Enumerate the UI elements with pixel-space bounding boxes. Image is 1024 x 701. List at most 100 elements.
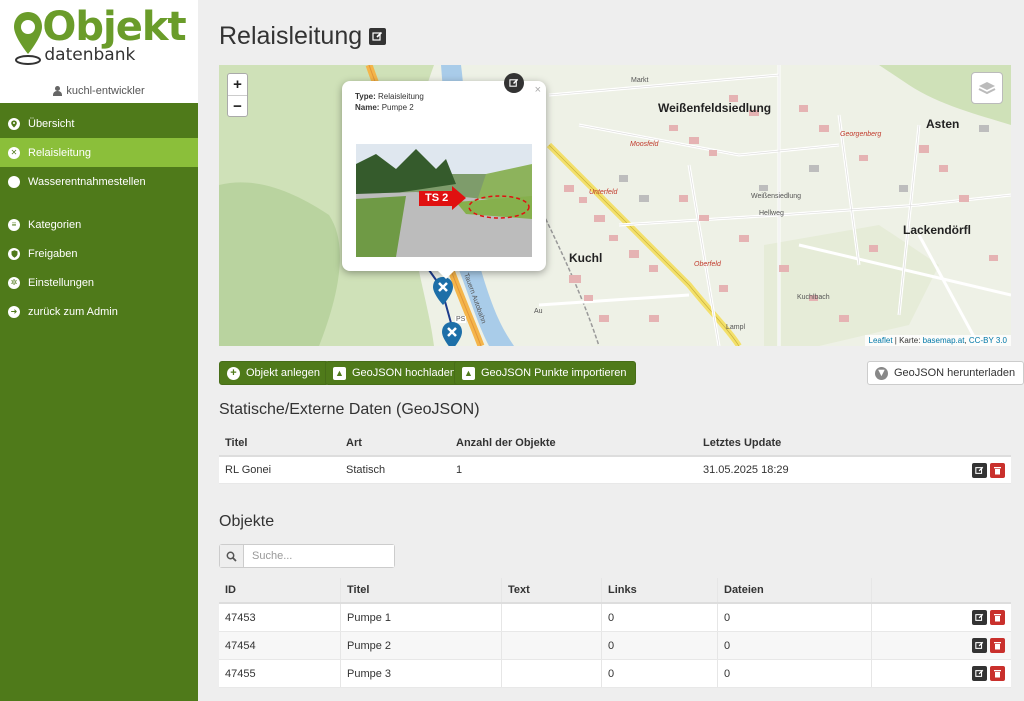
popup-photo[interactable]: TS 2 [356, 144, 532, 257]
map-label-weissenfeldsiedlung: Weißenfeldsiedlung [658, 101, 772, 115]
sidebar-item-einstellungen[interactable]: ✲ Einstellungen [0, 268, 198, 297]
sidebar-item-uebersicht[interactable]: Übersicht [0, 109, 198, 138]
photo-label: TS 2 [425, 192, 449, 204]
sidebar: Objekt datenbank kuchl-entwickler Übersi… [0, 0, 198, 701]
cell-titel: Pumpe 1 [340, 604, 501, 631]
create-object-button[interactable]: + Objekt anlegen [219, 361, 329, 385]
close-circle-icon: ✕ [8, 146, 20, 159]
cell-id: 47453 [225, 611, 256, 624]
username: kuchl-entwickler [66, 85, 145, 97]
logo[interactable]: Objekt datenbank [12, 7, 187, 68]
cell-dateien: 0 [717, 632, 871, 659]
map-label-unterfeld: Unterfeld [589, 189, 618, 196]
objects-heading: Objekte [219, 513, 275, 530]
static-data-heading: Statische/Externe Daten (GeoJSON) [219, 401, 480, 418]
upload-geojson-button[interactable]: ▲ GeoJSON hochladen [325, 361, 465, 385]
map-label-au: Au [534, 308, 543, 315]
edit-icon [975, 466, 984, 474]
sidebar-item-label: Übersicht [28, 117, 75, 130]
sign-out-icon: ➜ [8, 305, 20, 318]
sidebar-item-wasserentnahmestellen[interactable]: Wasserentnahmestellen [0, 167, 198, 196]
zoom-in-button[interactable]: + [228, 74, 247, 95]
edit-icon [975, 613, 984, 621]
page-title: Relaisleitung [219, 22, 363, 50]
search-icon [220, 545, 244, 567]
cell-anzahl: 1 [456, 464, 463, 476]
list-icon: ≡ [8, 218, 20, 231]
leaflet-link[interactable]: Leaflet [869, 336, 893, 345]
table-header: Titel Art Anzahl der Objekte Letztes Upd… [219, 431, 1011, 457]
map-popup: × Type: Relaisleitung Name: Pumpe 2 TS 2 [342, 73, 546, 279]
cell-dateien: 0 [717, 660, 871, 687]
map-label-kuchl: Kuchl [569, 251, 603, 265]
table-row: 47455 Pumpe 3 0 0 [219, 660, 1011, 688]
trash-icon [994, 670, 1001, 678]
sidebar-item-label: Einstellungen [28, 276, 95, 289]
page-title-row: Relaisleitung [219, 22, 387, 51]
sidebar-item-kategorien[interactable]: ≡ Kategorien [0, 210, 198, 239]
cell-id: 47455 [225, 667, 256, 680]
basemap-link[interactable]: basemap.at [923, 336, 965, 345]
map-attribution: Leaflet | Karte: basemap.at, CC-BY 3.0 [864, 335, 1011, 346]
upload-icon: ▲ [333, 366, 346, 380]
delete-button[interactable] [990, 666, 1005, 681]
trash-icon [994, 466, 1001, 474]
map-label-weissensiedlung: Weißensiedlung [751, 193, 802, 200]
user-info: kuchl-entwickler [0, 85, 198, 97]
edit-button[interactable] [972, 638, 987, 653]
cell-dateien: 0 [717, 604, 871, 631]
map-label-markt: Markt [631, 77, 649, 84]
trash-icon [994, 614, 1001, 622]
upload-icon: ▲ [462, 366, 475, 380]
sidebar-item-relaisleitung[interactable]: ✕ Relaisleitung [0, 138, 198, 167]
map-label-moosfeld: Moosfeld [630, 141, 659, 148]
import-geojson-points-button[interactable]: ▲ GeoJSON Punkte importieren [454, 361, 636, 385]
search-input[interactable] [244, 545, 394, 567]
sidebar-item-label: Kategorien [28, 218, 82, 231]
license-link[interactable]: CC-BY 3.0 [969, 336, 1007, 345]
sidebar-item-freigaben[interactable]: Freigaben [0, 239, 198, 268]
map[interactable]: Weißenfeldsiedlung Asten Kuchl Lackendör… [219, 65, 1011, 346]
cell-titel: Pumpe 3 [340, 660, 501, 687]
row-actions [972, 457, 1011, 483]
shield-icon [8, 247, 20, 260]
edit-button[interactable] [972, 610, 987, 625]
sidebar-item-zurueck-admin[interactable]: ➜ zurück zum Admin [0, 297, 198, 326]
row-actions [972, 666, 1011, 681]
row-actions [972, 638, 1011, 653]
user-icon [53, 86, 63, 96]
cell-text [501, 632, 601, 659]
map-marker-pumpe-1[interactable] [433, 277, 453, 305]
logo-area: Objekt datenbank kuchl-entwickler [0, 0, 198, 103]
column-header: Letztes Update [703, 437, 782, 449]
plus-icon: + [227, 366, 240, 380]
zoom-out-button[interactable]: − [228, 95, 247, 116]
edit-title-button[interactable] [369, 28, 387, 45]
popup-close-button[interactable]: × [535, 84, 541, 96]
cell-links: 0 [601, 632, 717, 659]
layers-button[interactable] [971, 72, 1003, 104]
edit-icon [975, 641, 984, 649]
delete-button[interactable] [990, 638, 1005, 653]
column-header: Anzahl der Objekte [456, 437, 556, 449]
column-header: Titel [340, 578, 501, 602]
edit-button[interactable] [972, 462, 987, 478]
column-header: ID [225, 584, 236, 596]
layers-icon [978, 82, 996, 95]
table-row: 47454 Pumpe 2 0 0 [219, 632, 1011, 660]
edit-button[interactable] [972, 666, 987, 681]
cell-titel: Pumpe 2 [340, 632, 501, 659]
map-marker-pumpe-3[interactable] [442, 322, 462, 346]
search-box [219, 544, 395, 568]
sidebar-item-label: Freigaben [28, 247, 78, 260]
download-geojson-button[interactable]: ▼ GeoJSON herunterladen [867, 361, 1024, 385]
cell-id: 47454 [225, 639, 256, 652]
delete-button[interactable] [990, 610, 1005, 625]
map-pin-logo-icon [14, 12, 43, 65]
cell-update: 31.05.2025 18:29 [703, 464, 789, 476]
popup-edit-button[interactable] [504, 73, 524, 93]
cell-art: Statisch [346, 464, 386, 476]
delete-button[interactable] [990, 462, 1005, 478]
sidebar-item-label: zurück zum Admin [28, 305, 118, 318]
map-label-lampl: Lampl [726, 324, 746, 331]
